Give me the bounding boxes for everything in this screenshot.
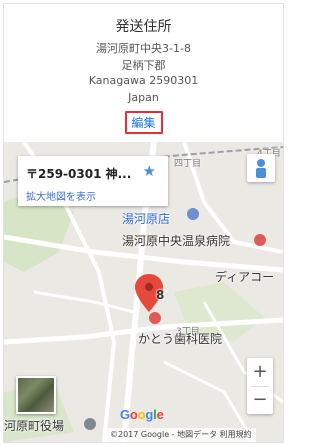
satellite-toggle[interactable] [16,376,56,414]
map-label-shop: 湯河原店 [122,212,171,226]
map-label-hospital: 湯河原中央温泉病院 [122,234,231,248]
view-larger-map-link[interactable]: 拡大地図を表示 [26,188,96,203]
pin-number-label: 8 [156,288,165,302]
map-label-dental: かとう歯科医院 [138,332,223,346]
map-footer[interactable]: ©2017 Google - 地図データ 利用規約 [106,428,256,442]
address-line-4: Japan [128,91,159,104]
address-line-2: 足柄下郡 [121,59,166,72]
map-info-box: 〒259-0301 神... ★ 拡大地図を表示 [18,156,168,206]
hospital-icon[interactable] [254,234,266,246]
edit-button[interactable]: 編集 [124,111,163,134]
map-label-store: ディアコー [215,270,275,284]
embedded-map[interactable]: 湯河原店 湯河原中央温泉病院 ディアコー 8 3丁目 かとう歯科医院 4丁目 四… [4,142,283,442]
zoom-in-button[interactable]: + [247,358,273,386]
info-box-title: 〒259-0301 神... [26,167,132,181]
address-block: 発送住所 湯河原町中央3-1-8 足柄下郡 Kanagawa 2590301 J… [4,4,283,142]
map-label-townhall: 河原町役場 [4,419,65,433]
shop-icon[interactable] [187,208,199,220]
clinic-icon[interactable] [149,312,161,324]
shipping-address-card: 発送住所 湯河原町中央3-1-8 足柄下郡 Kanagawa 2590301 J… [3,3,284,443]
google-logo-letter: o [129,407,138,422]
address-line-1: 湯河原町中央3-1-8 [96,42,191,55]
google-logo: Google [120,407,164,422]
zoom-control: + − [247,358,273,414]
google-logo-letter: G [120,407,130,422]
townhall-icon[interactable] [84,418,96,430]
address-title: 発送住所 [115,19,172,35]
pegman-icon[interactable] [247,154,275,182]
map-label-chome4b: 四丁目 [174,159,202,169]
google-logo-text: Google [120,407,164,422]
zoom-out-button[interactable]: − [247,386,273,414]
google-logo-letter: g [145,407,154,422]
address-line-3: Kanagawa 2590301 [88,74,199,87]
google-logo-letter: e [156,407,164,422]
star-icon[interactable]: ★ [143,162,156,180]
